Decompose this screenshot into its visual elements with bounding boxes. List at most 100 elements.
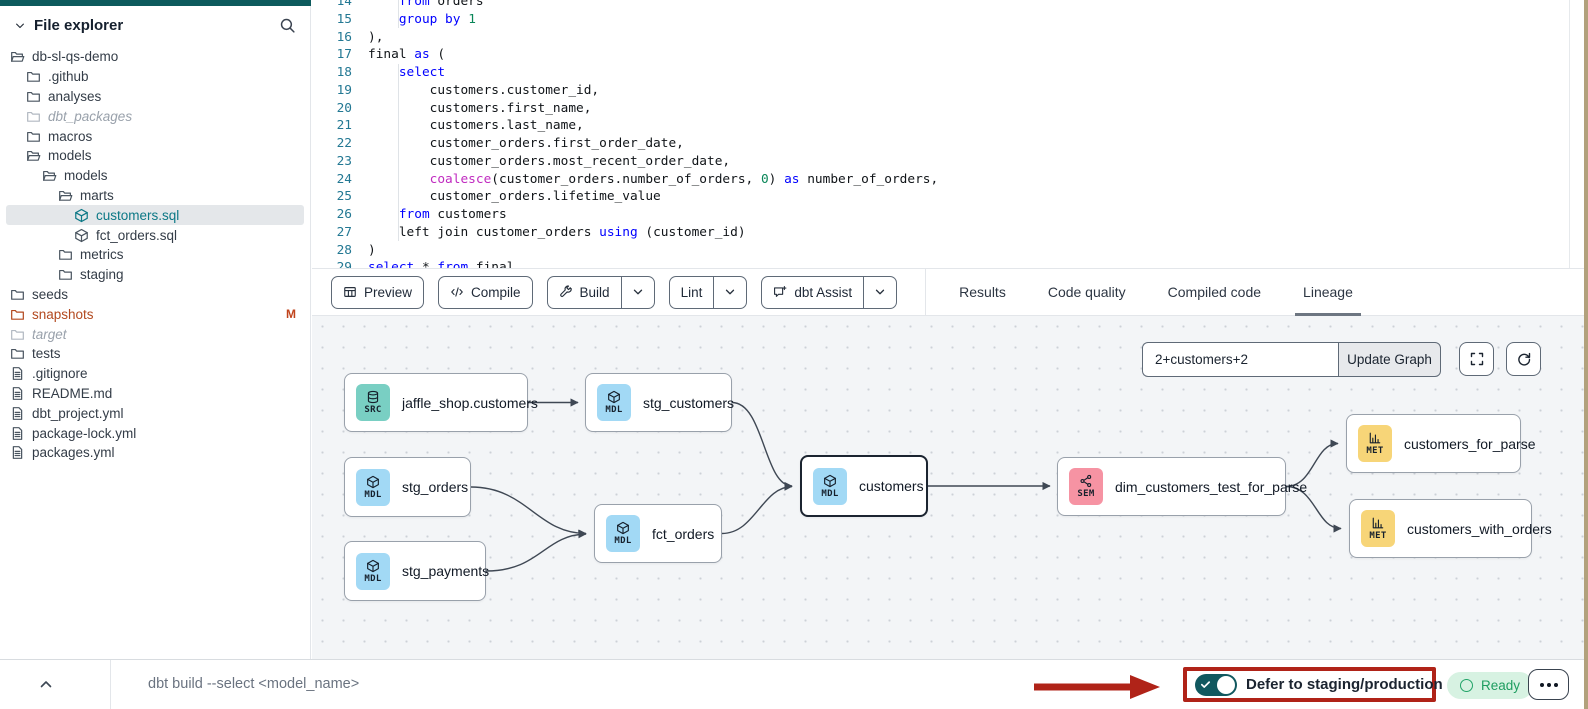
lint-button[interactable]: Lint (670, 277, 714, 308)
lint-dropdown[interactable] (713, 277, 746, 308)
lineage-node-jaffle_shop_customers[interactable]: SRCjaffle_shop.customers (344, 373, 528, 432)
metric-badge-icon: MET (1361, 510, 1395, 547)
node-label: customers_with_orders (1407, 521, 1552, 537)
node-label: stg_orders (402, 479, 468, 495)
lineage-node-stg_payments[interactable]: MDLstg_payments (344, 541, 486, 601)
code-lines: 14 from orders15 group by 116),17final a… (312, 0, 1588, 268)
file-tree-item-macros[interactable]: macros (6, 126, 304, 146)
line-number: 29 (312, 259, 352, 268)
file-tree-item-dbt-project-yml[interactable]: dbt_project.yml (6, 403, 304, 423)
line-number: 27 (312, 224, 352, 242)
code-text: ), (368, 29, 383, 47)
dots-icon (1540, 683, 1544, 687)
indent-guide (398, 64, 399, 241)
file-tree-item-fct-orders-sql[interactable]: fct_orders.sql (6, 225, 304, 245)
command-input[interactable] (136, 669, 860, 699)
file-tree-item-metrics[interactable]: metrics (6, 245, 304, 265)
file-tree-item-tests[interactable]: tests (6, 344, 304, 364)
tab-lineage[interactable]: Lineage (1282, 269, 1374, 315)
compile-button[interactable]: Compile (438, 276, 533, 309)
line-number: 15 (312, 11, 352, 29)
lineage-node-customers[interactable]: MDLcustomers (800, 455, 928, 517)
lineage-panel[interactable]: SRCjaffle_shop.customers MDLstg_customers… (312, 316, 1588, 659)
file-tree-item-label: dbt_packages (48, 109, 132, 124)
file-tree-item-models[interactable]: models (6, 166, 304, 186)
tab-compiled-code[interactable]: Compiled code (1147, 269, 1282, 315)
wrench-icon (559, 285, 573, 299)
chevron-down-icon[interactable] (14, 20, 26, 32)
metric-badge-icon: MET (1358, 425, 1392, 462)
fullscreen-button[interactable] (1459, 342, 1494, 376)
file-tree-item-label: fct_orders.sql (96, 228, 177, 243)
code-text: customers.first_name, (368, 100, 591, 118)
file-tree-item-analyses[interactable]: analyses (6, 87, 304, 107)
file-tree-item-label: marts (80, 188, 114, 203)
code-text: from orders (368, 0, 484, 11)
lineage-node-dim_customers_test_for_parse[interactable]: SEMdim_customers_test_for_parse (1057, 457, 1286, 516)
dbt-assist-button[interactable]: dbt Assist (762, 277, 863, 308)
defer-toggle[interactable] (1195, 674, 1237, 696)
update-graph-button[interactable]: Update Graph (1338, 342, 1441, 377)
file-tree-item-target[interactable]: target (6, 324, 304, 344)
cube-icon (74, 228, 89, 243)
chevron-up-icon[interactable] (38, 676, 56, 692)
lineage-node-fct_orders[interactable]: MDLfct_orders (594, 504, 722, 563)
lineage-node-customers_for_parse[interactable]: METcustomers_for_parse (1346, 414, 1521, 473)
file-tree-item-snapshots[interactable]: snapshotsM (6, 304, 304, 324)
line-number: 24 (312, 171, 352, 189)
folder-icon (58, 267, 73, 282)
lineage-node-stg_orders[interactable]: MDLstg_orders (344, 457, 471, 517)
tab-code-quality[interactable]: Code quality (1027, 269, 1147, 315)
code-line-17: 17final as ( (312, 46, 1588, 64)
file-tree-item-label: analyses (48, 89, 101, 104)
line-number: 17 (312, 46, 352, 64)
file-tree-item-staging[interactable]: staging (6, 265, 304, 285)
file-tree-item-customers-sql[interactable]: customers.sql (6, 205, 304, 225)
file-tree-item--gitignore[interactable]: .gitignore (6, 364, 304, 384)
folder-open-icon (26, 148, 41, 163)
tab-results[interactable]: Results (938, 269, 1027, 315)
search-icon[interactable] (279, 17, 296, 34)
build-button-group: Build (547, 276, 655, 309)
folder-open-icon (10, 49, 25, 64)
code-line-25: 25 customer_orders.lifetime_value (312, 188, 1588, 206)
folder-icon (26, 129, 41, 144)
more-options-button[interactable] (1528, 669, 1569, 700)
file-tree-item-db-sl-qs-demo[interactable]: db-sl-qs-demo (6, 47, 304, 67)
refresh-button[interactable] (1506, 342, 1541, 376)
file-tree-item-label: packages.yml (32, 445, 115, 460)
lineage-node-stg_customers[interactable]: MDLstg_customers (585, 373, 732, 432)
node-kind-label: SRC (364, 405, 381, 415)
code-text: customer_orders.lifetime_value (368, 188, 661, 206)
file-tree-item-label: db-sl-qs-demo (32, 49, 118, 64)
check-icon (1200, 679, 1211, 690)
code-editor[interactable]: 14 from orders15 group by 116),17final a… (312, 0, 1588, 268)
annotation-highlight-box: Defer to staging/production ? (1183, 667, 1436, 702)
file-tree-item-package-lock-yml[interactable]: package-lock.yml (6, 423, 304, 443)
result-tabs: Results Code quality Compiled code Linea… (925, 269, 1374, 315)
dbt-assist-dropdown[interactable] (863, 277, 896, 308)
file-tree-item-models[interactable]: models (6, 146, 304, 166)
file-tree-item-label: dbt_project.yml (32, 406, 124, 421)
file-tree-item-seeds[interactable]: seeds (6, 285, 304, 305)
chevron-down-icon (723, 285, 737, 299)
lineage-node-customers_with_orders[interactable]: METcustomers_with_orders (1349, 499, 1532, 558)
file-tree-item-label: seeds (32, 287, 68, 302)
file-tree-item-dbt-packages[interactable]: dbt_packages (6, 106, 304, 126)
file-tree-item-label: models (48, 148, 92, 163)
line-number: 16 (312, 29, 352, 47)
file-tree-item-label: tests (32, 346, 61, 361)
fullscreen-icon (1469, 351, 1485, 367)
editor-scrollbar[interactable] (1569, 0, 1570, 268)
file-tree-item-marts[interactable]: marts (6, 186, 304, 206)
folder-icon (10, 327, 25, 342)
file-tree-item-packages-yml[interactable]: packages.yml (6, 443, 304, 463)
lineage-filter-input[interactable] (1142, 342, 1338, 377)
build-dropdown[interactable] (621, 277, 654, 308)
screen-edge (1584, 0, 1588, 709)
build-button[interactable]: Build (548, 277, 621, 308)
preview-button[interactable]: Preview (331, 276, 424, 309)
file-tree-item--github[interactable]: .github (6, 67, 304, 87)
code-text: customer_orders.first_order_date, (368, 135, 684, 153)
file-tree-item-readme-md[interactable]: README.md (6, 384, 304, 404)
